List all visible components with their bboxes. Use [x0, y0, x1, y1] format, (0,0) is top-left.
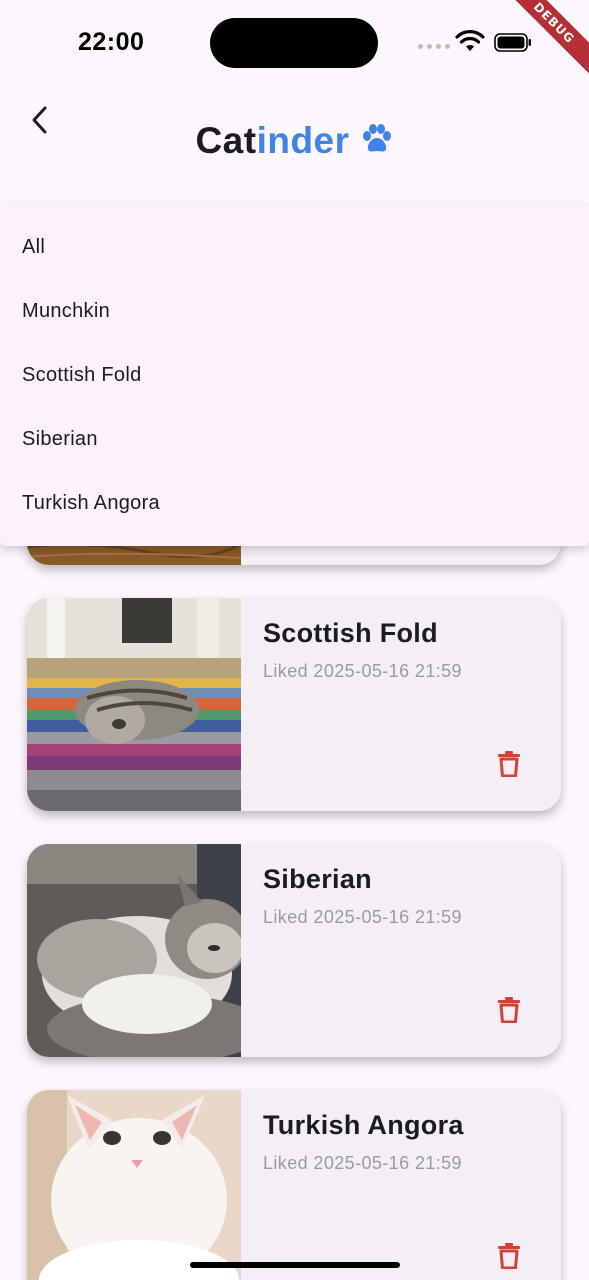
- cat-card[interactable]: Scottish Fold Liked 2025-05-16 21:59: [27, 598, 561, 811]
- delete-button[interactable]: [493, 748, 525, 780]
- cat-breed-name: Scottish Fold: [263, 618, 438, 648]
- status-bar: 22:00 DEBUG: [0, 0, 589, 86]
- delete-button[interactable]: [493, 1240, 525, 1272]
- liked-timestamp: Liked 2025-05-16 21:59: [263, 907, 462, 927]
- cat-breed-name: Turkish Angora: [263, 1110, 464, 1140]
- cat-card[interactable]: Turkish Angora Liked 2025-05-16 21:59: [27, 1090, 561, 1280]
- cat-photo: [27, 844, 241, 1057]
- app-title-cat: Cat: [195, 120, 257, 161]
- cat-photo: [27, 598, 241, 811]
- screen: 22:00 DEBUG Catinder Scottish Fold Liked…: [0, 0, 589, 1280]
- home-indicator[interactable]: [190, 1262, 400, 1268]
- dropdown-option-scottish-fold[interactable]: Scottish Fold: [0, 343, 589, 407]
- dynamic-island: [210, 18, 378, 68]
- wifi-icon: [455, 30, 485, 51]
- app-title-inder: inder: [256, 120, 350, 161]
- trash-icon: [498, 997, 520, 1023]
- cat-breed-name: Siberian: [263, 864, 372, 894]
- delete-button[interactable]: [493, 994, 525, 1026]
- paw-icon: [362, 124, 391, 152]
- dropdown-option-siberian[interactable]: Siberian: [0, 407, 589, 471]
- app-title: Catinder: [0, 120, 589, 162]
- dropdown-option-all[interactable]: All: [0, 215, 589, 279]
- battery-icon: [494, 33, 531, 52]
- dropdown-option-turkish-angora[interactable]: Turkish Angora: [0, 471, 589, 535]
- breed-filter-dropdown: All Munchkin Scottish Fold Siberian Turk…: [0, 204, 589, 546]
- dropdown-option-munchkin[interactable]: Munchkin: [0, 279, 589, 343]
- status-time: 22:00: [78, 28, 145, 56]
- cellular-signal-icon: [418, 44, 450, 49]
- liked-timestamp: Liked 2025-05-16 21:59: [263, 661, 462, 681]
- trash-icon: [498, 751, 520, 777]
- cat-card[interactable]: Siberian Liked 2025-05-16 21:59: [27, 844, 561, 1057]
- trash-icon: [498, 1243, 520, 1269]
- cat-photo: [27, 1090, 241, 1280]
- liked-timestamp: Liked 2025-05-16 21:59: [263, 1153, 462, 1173]
